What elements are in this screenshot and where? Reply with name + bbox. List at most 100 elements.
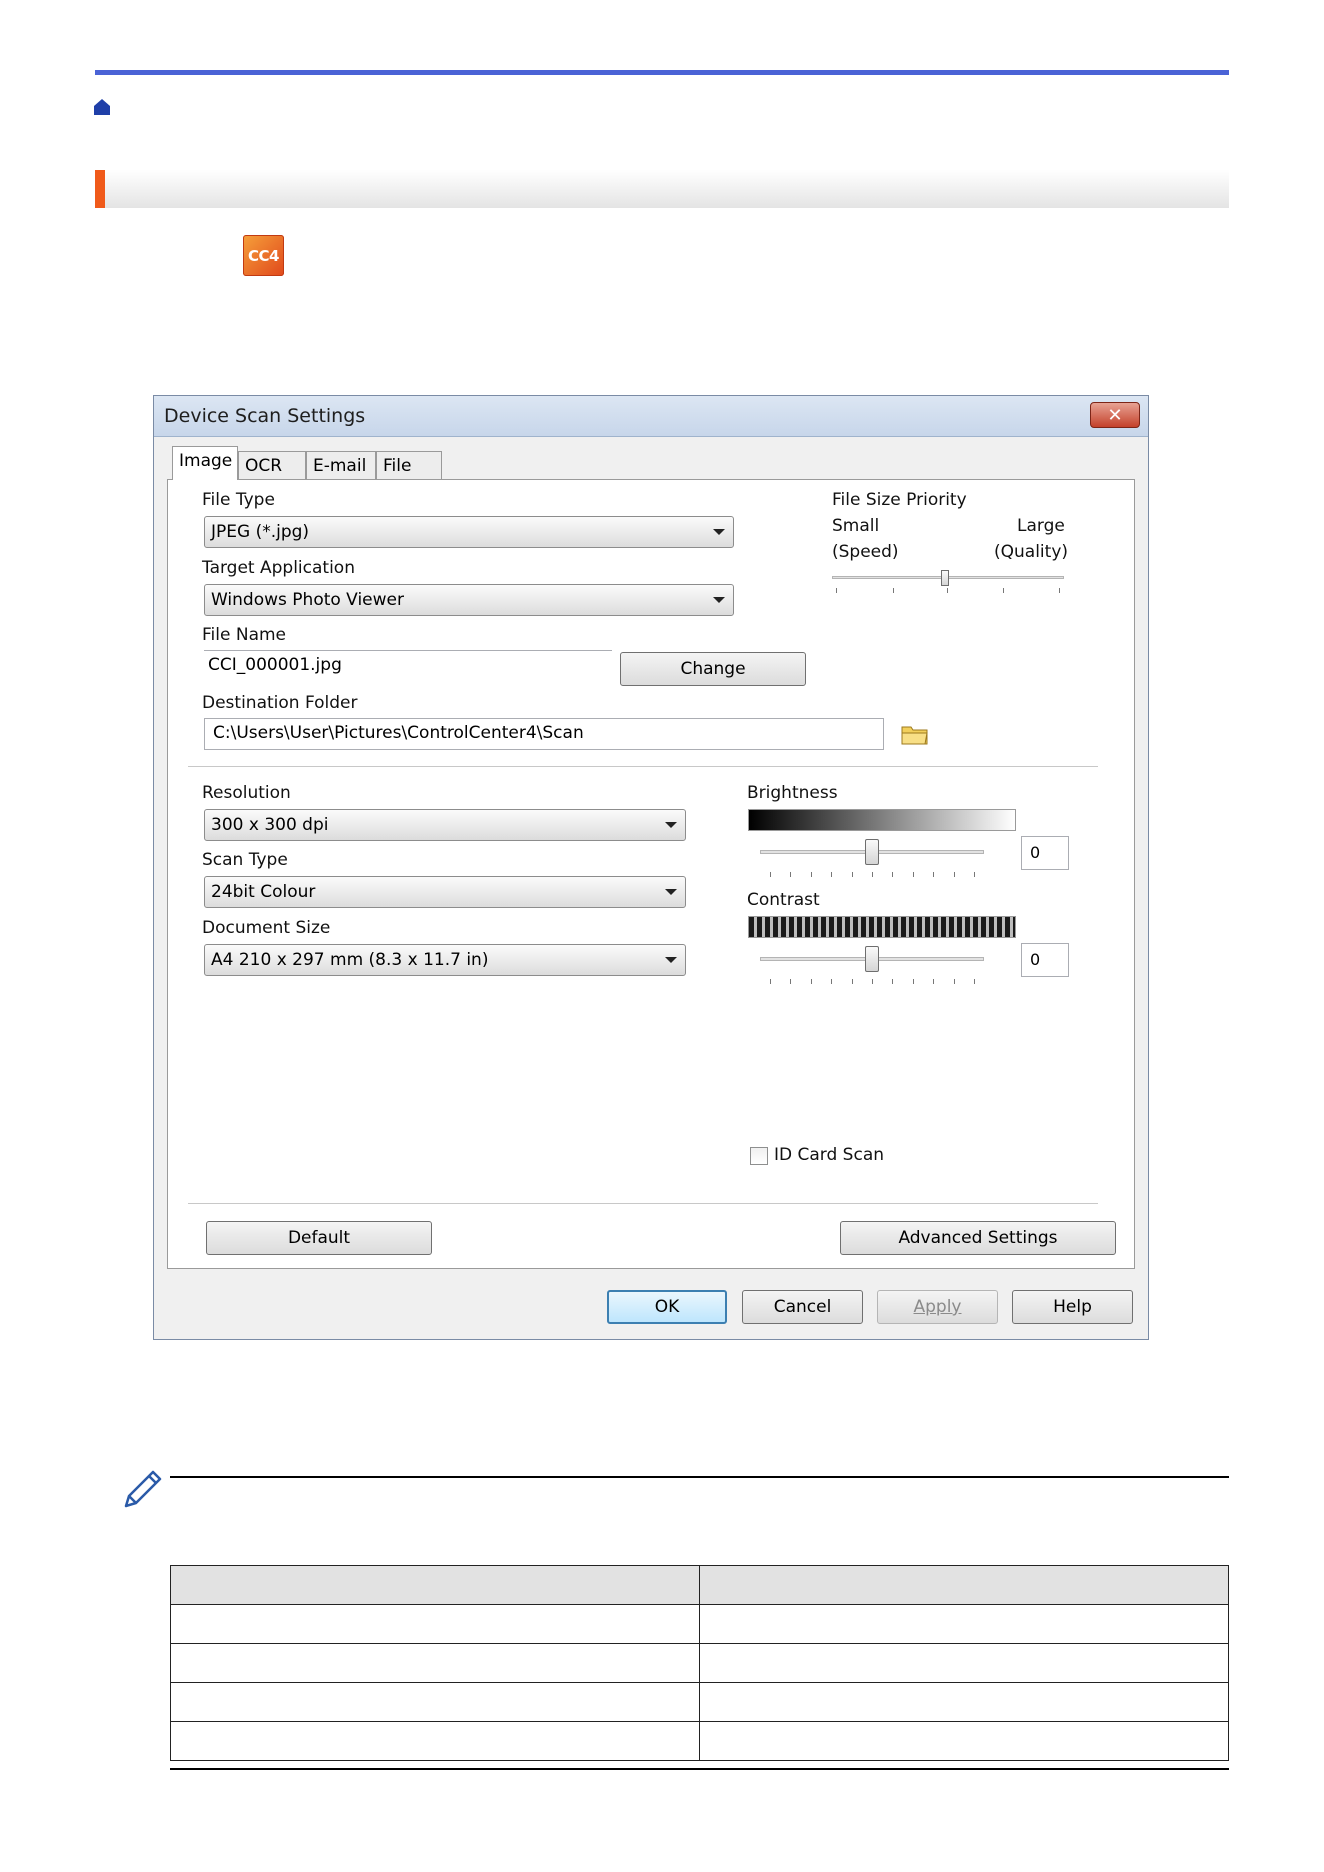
- scan-type-value: 24bit Colour: [211, 882, 316, 902]
- file-name-value: CCI_000001.jpg: [208, 655, 342, 675]
- table-row: [170, 1682, 1229, 1722]
- change-button-label: Change: [680, 659, 746, 679]
- slider-tick: [933, 872, 935, 877]
- file-name-field[interactable]: CCI_000001.jpg: [204, 650, 612, 682]
- slider-tick: [831, 872, 833, 877]
- destination-folder-value: C:\Users\User\Pictures\ControlCenter4\Sc…: [213, 723, 584, 743]
- file-size-priority-label: File Size Priority: [832, 490, 967, 510]
- section-heading-band: [95, 170, 1229, 208]
- ok-label: OK: [654, 1297, 680, 1317]
- help-label: Help: [1053, 1297, 1092, 1317]
- divider: [188, 1203, 1098, 1205]
- tab-label: File: [383, 456, 412, 476]
- file-size-small-label: Small: [832, 516, 880, 536]
- id-card-scan-label: ID Card Scan: [774, 1145, 885, 1165]
- file-type-dropdown[interactable]: JPEG (*.jpg): [204, 516, 734, 548]
- tab-ocr[interactable]: OCR: [238, 451, 306, 479]
- scan-type-dropdown[interactable]: 24bit Colour: [204, 876, 686, 908]
- default-button-label: Default: [287, 1228, 351, 1248]
- browse-folder-icon[interactable]: [900, 720, 930, 748]
- contrast-label: Contrast: [747, 890, 820, 910]
- dialog-title: Device Scan Settings: [164, 405, 366, 427]
- slider-tick: [831, 979, 833, 984]
- file-size-large-label: Large: [1017, 516, 1065, 536]
- settings-table: [170, 1565, 1229, 1761]
- slider-tick: [953, 979, 955, 984]
- ok-button[interactable]: OK: [607, 1290, 727, 1324]
- slider-tick: [770, 979, 771, 984]
- destination-folder-field[interactable]: C:\Users\User\Pictures\ControlCenter4\Sc…: [204, 718, 884, 750]
- slider-tick: [770, 872, 771, 877]
- brightness-slider-thumb[interactable]: [865, 839, 879, 865]
- close-button[interactable]: ✕: [1090, 402, 1140, 428]
- slider-tick: [790, 979, 792, 984]
- table-cell: [699, 1604, 1229, 1644]
- slider-tick: [912, 979, 914, 984]
- apply-label: Apply: [913, 1297, 962, 1317]
- cancel-label: Cancel: [773, 1297, 832, 1317]
- slider-tick: [892, 979, 894, 984]
- tab-label: OCR: [245, 456, 283, 476]
- tab-email[interactable]: E-mail: [306, 451, 376, 479]
- slider-tick: [912, 872, 914, 877]
- target-application-label: Target Application: [202, 558, 355, 578]
- resolution-label: Resolution: [202, 783, 291, 803]
- slider-tick: [974, 979, 975, 984]
- pencil-note-icon: [124, 1470, 162, 1508]
- slider-tick: [974, 872, 975, 877]
- note-rule: [170, 1476, 1229, 1478]
- brightness-label: Brightness: [747, 783, 838, 803]
- table-cell: [170, 1604, 700, 1644]
- table-cell: [699, 1682, 1229, 1722]
- controlcenter4-icon: CC4: [243, 235, 284, 276]
- chevron-down-icon: [665, 889, 677, 895]
- advanced-settings-button[interactable]: Advanced Settings: [840, 1221, 1116, 1255]
- contrast-slider-thumb[interactable]: [865, 946, 879, 972]
- brightness-value: 0: [1030, 843, 1041, 862]
- slider-tick: [892, 872, 894, 877]
- image-tab-panel: File Type JPEG (*.jpg) Target Applicatio…: [167, 479, 1135, 1269]
- document-size-label: Document Size: [202, 918, 331, 938]
- top-rule: [95, 70, 1229, 75]
- table-cell: [170, 1643, 700, 1683]
- resolution-value: 300 x 300 dpi: [211, 815, 329, 835]
- slider-tick: [1059, 588, 1060, 593]
- slider-tick: [851, 979, 853, 984]
- file-type-label: File Type: [202, 490, 275, 510]
- section-marker: [95, 170, 105, 208]
- tab-file[interactable]: File: [376, 451, 442, 479]
- chevron-down-icon: [665, 822, 677, 828]
- advanced-settings-label: Advanced Settings: [898, 1228, 1058, 1248]
- slider-tick: [947, 588, 948, 593]
- document-size-dropdown[interactable]: A4 210 x 297 mm (8.3 x 11.7 in): [204, 944, 686, 976]
- default-button[interactable]: Default: [206, 1221, 432, 1255]
- device-scan-settings-dialog: Device Scan Settings ✕ Image OCR E-mail …: [153, 395, 1149, 1340]
- help-button[interactable]: Help: [1012, 1290, 1133, 1324]
- slider-tick: [836, 588, 837, 593]
- close-icon: ✕: [1107, 404, 1123, 426]
- home-icon[interactable]: [93, 98, 111, 116]
- id-card-scan-checkbox[interactable]: [750, 1147, 768, 1165]
- contrast-value-field[interactable]: 0: [1021, 943, 1069, 977]
- table-row: [170, 1643, 1229, 1683]
- slider-tick: [933, 979, 935, 984]
- table-row: [170, 1604, 1229, 1644]
- apply-button[interactable]: Apply: [877, 1290, 998, 1324]
- resolution-dropdown[interactable]: 300 x 300 dpi: [204, 809, 686, 841]
- contrast-pattern-bar: [748, 916, 1016, 938]
- slider-tick: [872, 872, 873, 877]
- change-button[interactable]: Change: [620, 652, 806, 686]
- brightness-gradient-bar: [748, 809, 1016, 831]
- scan-type-label: Scan Type: [202, 850, 288, 870]
- brightness-value-field[interactable]: 0: [1021, 836, 1069, 870]
- slider-tick: [810, 872, 812, 877]
- table-cell: [699, 1721, 1229, 1761]
- cancel-button[interactable]: Cancel: [742, 1290, 863, 1324]
- table-header-cell: [170, 1565, 700, 1605]
- tab-label: E-mail: [313, 456, 367, 476]
- tab-image[interactable]: Image: [172, 446, 238, 480]
- target-application-dropdown[interactable]: Windows Photo Viewer: [204, 584, 734, 616]
- file-size-slider-thumb[interactable]: [941, 570, 949, 586]
- slider-tick: [790, 872, 792, 877]
- table-header-cell: [699, 1565, 1229, 1605]
